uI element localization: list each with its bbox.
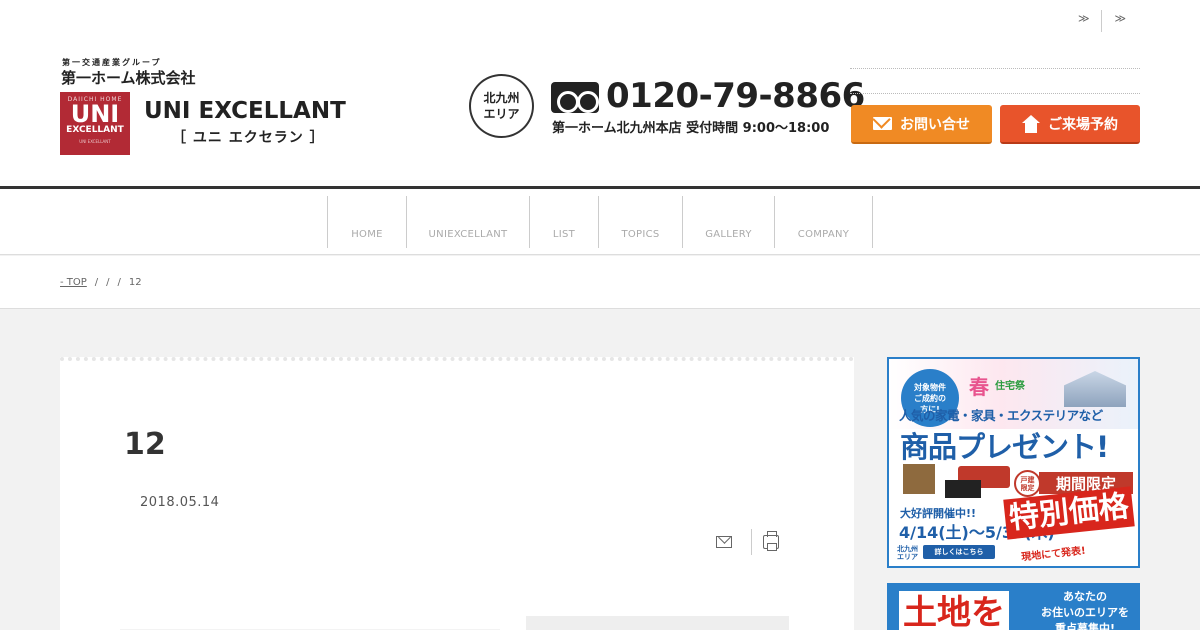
article-image (526, 616, 789, 630)
campaign-banner[interactable]: 対象物件 ご成約の 方に! 春 住宅祭 人気の家電・家具・エクステリアなど 商品… (887, 357, 1140, 568)
logo-mark-small: DAIICHI HOME (67, 96, 123, 103)
logo-corp-name: 第一ホーム株式会社 (61, 69, 196, 87)
land-banner-text: あなたの お住いのエリアを 重点募集中! (1037, 589, 1133, 630)
mail-icon (873, 117, 892, 130)
site-header: ≫ ≫ 第一交通産業グループ 第一ホーム株式会社 DAIICHI HOME UN… (0, 0, 1200, 187)
banner-target-line: ご成約の (914, 393, 946, 403)
mail-icon[interactable] (716, 536, 732, 548)
breadcrumb-current: 12 (128, 277, 142, 288)
banner-limited-badge: 戸建 限定 (1014, 470, 1041, 497)
banner-area: 北九州 エリア (897, 545, 918, 561)
visit-reservation-button[interactable]: ご来場予約 (1000, 105, 1140, 144)
nav-item-uniexcellant[interactable]: UNIEXCELLANT (407, 196, 530, 248)
breadcrumb-separator: / (117, 277, 121, 288)
logo-mark: DAIICHI HOME UNI EXCELLANT UNI EXCELLANT (60, 92, 130, 155)
phone-number[interactable]: 0120-79-8866 (606, 76, 865, 116)
land-banner-line: あなたの (1063, 590, 1107, 603)
breadcrumb-top-link[interactable]: - TOP (60, 277, 87, 288)
article-title: 12 (124, 427, 166, 462)
breadcrumb-separator: / (106, 277, 110, 288)
banner-campaign-name: 住宅祭 (995, 381, 1025, 392)
top-link-1[interactable]: ≫ (1066, 10, 1102, 27)
banner-spring: 春 (969, 375, 989, 399)
banner-area-line: 北九州 (897, 545, 918, 553)
breadcrumb: - TOP / / / 12 (0, 256, 1200, 309)
banner-reveal-text: 現地にて発表! (1020, 545, 1087, 564)
area-badge-line-1: 北九州 (483, 91, 520, 105)
land-banner-line: お住いのエリアを (1041, 606, 1129, 619)
furniture-photo (903, 462, 1013, 500)
nav-item-list[interactable]: LIST (530, 196, 599, 248)
tv-image (945, 480, 981, 498)
banner-limited-line: 戸建 (1020, 475, 1035, 484)
logo-kana: ［ ユニ エクセラン ］ (172, 130, 325, 146)
nav-item-home[interactable]: HOME (328, 196, 407, 248)
banner-limited-line: 限定 (1020, 483, 1035, 492)
free-dial-icon (551, 82, 599, 113)
global-nav: HOME UNIEXCELLANT LIST TOPICS GALLERY CO… (0, 189, 1200, 255)
land-banner-line: 重点募集中! (1054, 622, 1116, 630)
share-tools (716, 529, 779, 555)
top-link-2[interactable]: ≫ (1101, 10, 1138, 32)
phone-hours: 第一ホーム北九州本店 受付時間 9:00〜18:00 (552, 121, 830, 136)
contact-button-label: お問い合せ (900, 116, 970, 133)
banner-target-line: 対象物件 (914, 382, 946, 392)
breadcrumb-separator: / (94, 277, 99, 288)
article-card: 12 2018.05.14 (60, 357, 854, 630)
nav-item-company[interactable]: COMPANY (775, 196, 873, 248)
article-date: 2018.05.14 (140, 495, 220, 510)
breadcrumb-list: - TOP / / / 12 (60, 277, 142, 288)
banner-main-title: 商品プレゼント! (900, 430, 1109, 464)
banner-area-line: エリア (897, 553, 918, 561)
land-banner[interactable]: 土地を あなたの お住いのエリアを 重点募集中! (887, 583, 1140, 630)
chair-image (903, 464, 935, 494)
logo-mark-tiny: UNI EXCELLANT (79, 139, 111, 144)
divider (751, 529, 752, 555)
logo-mark-big: UNI (70, 100, 120, 128)
contact-button[interactable]: お問い合せ (851, 105, 992, 144)
nav-item-gallery[interactable]: GALLERY (683, 196, 775, 248)
top-links: ≫ ≫ (1066, 10, 1138, 32)
logo-brand: UNI EXCELLANT (144, 98, 346, 124)
global-nav-list: HOME UNIEXCELLANT LIST TOPICS GALLERY CO… (327, 196, 873, 248)
land-banner-title: 土地を (899, 591, 1009, 630)
site-logo[interactable]: 第一交通産業グループ 第一ホーム株式会社 DAIICHI HOME UNI EX… (60, 56, 350, 156)
logo-mark-mid: EXCELLANT (66, 125, 124, 135)
house-icon (1022, 114, 1040, 133)
print-icon[interactable] (763, 531, 779, 551)
area-badge-line-2: エリア (483, 107, 520, 121)
divider (850, 68, 1140, 69)
area-badge: 北九州 エリア (469, 74, 534, 138)
visit-button-label: ご来場予約 (1048, 116, 1118, 133)
banner-more-button[interactable]: 詳しくはこちら (923, 545, 995, 559)
divider (850, 93, 1140, 94)
nav-item-topics[interactable]: TOPICS (599, 196, 683, 248)
banner-subtitle: 人気の家電・家具・エクステリアなど (899, 408, 1103, 423)
